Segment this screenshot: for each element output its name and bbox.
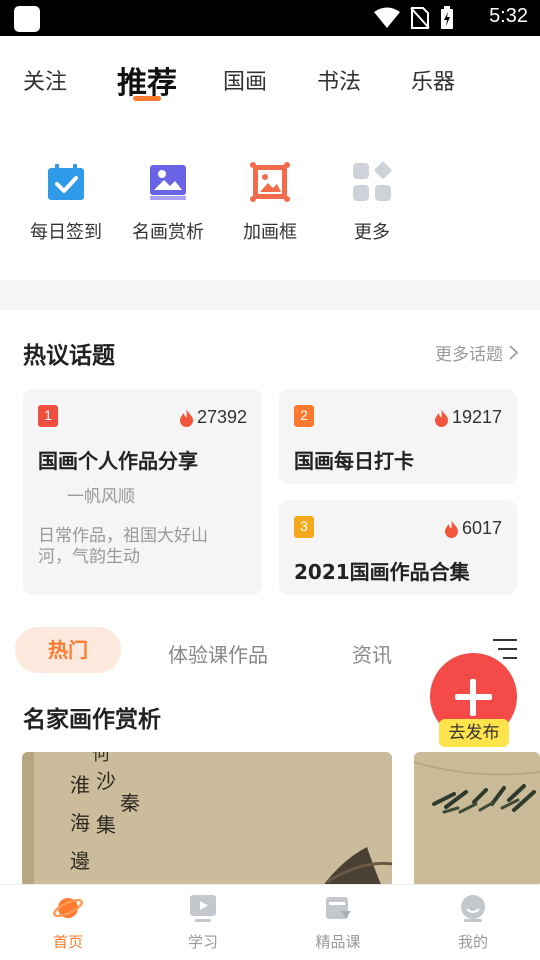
heat-count: 27392 xyxy=(179,407,247,428)
svg-text:何: 何 xyxy=(92,752,110,765)
tab-chinese-painting[interactable]: 国画 xyxy=(223,64,267,96)
status-bar: 5:32 xyxy=(0,0,540,36)
chevron-right-icon xyxy=(509,345,518,360)
quick-action-masterpiece[interactable]: 名画赏析 xyxy=(113,162,223,244)
app-notification-icon xyxy=(14,6,40,32)
calendar-check-icon xyxy=(46,162,86,202)
planet-home-icon xyxy=(52,893,84,923)
top-tab-bar: 关注 推荐 国画 书法 乐器 xyxy=(0,36,540,116)
painting-card-1[interactable]: 何 淮 海 邊 沙 集 秦 xyxy=(22,752,392,887)
rank-badge: 2 xyxy=(294,405,314,427)
category-tab-news[interactable]: 资讯 xyxy=(352,639,392,668)
fire-icon xyxy=(434,408,448,427)
nav-premium-courses[interactable]: 精品课 xyxy=(298,893,378,952)
svg-text:淮: 淮 xyxy=(70,773,90,797)
topic-title: 2021国画作品合集 xyxy=(294,560,470,584)
svg-text:邊: 邊 xyxy=(70,849,90,873)
battery-charging-icon xyxy=(441,6,453,29)
active-tab-indicator xyxy=(133,96,161,101)
topic-title: 国画个人作品分享 xyxy=(38,449,198,473)
status-time: 5:32 xyxy=(489,5,528,27)
no-sim-icon xyxy=(410,7,430,29)
nav-study[interactable]: 学习 xyxy=(163,893,243,952)
picture-icon xyxy=(148,162,188,202)
course-book-icon xyxy=(323,893,353,923)
publish-label[interactable]: 去发布 xyxy=(439,719,509,747)
topic-card-3[interactable]: 3 6017 2021国画作品合集 xyxy=(279,500,517,595)
quick-action-daily-checkin[interactable]: 每日签到 xyxy=(11,162,121,244)
heat-count: 19217 xyxy=(434,407,502,428)
tab-follow[interactable]: 关注 xyxy=(23,64,67,96)
frame-icon xyxy=(250,162,290,202)
menu-icon[interactable] xyxy=(493,638,517,660)
topic-card-1[interactable]: 1 27392 国画个人作品分享 一帆风顺 日常作品，祖国大好山河，气韵生动 xyxy=(23,389,262,595)
grid-more-icon xyxy=(352,161,392,202)
svg-text:秦: 秦 xyxy=(120,791,140,815)
video-play-icon xyxy=(188,893,218,923)
svg-text:海: 海 xyxy=(70,811,90,835)
section-divider xyxy=(0,280,540,310)
category-tab-trial-works[interactable]: 体验课作品 xyxy=(168,639,268,668)
nav-home[interactable]: 首页 xyxy=(28,893,108,952)
tab-calligraphy[interactable]: 书法 xyxy=(317,64,361,96)
heat-count: 6017 xyxy=(444,518,502,539)
topic-description: 日常作品，祖国大好山河，气韵生动 xyxy=(38,526,208,567)
hot-topics-title: 热议话题 xyxy=(23,343,115,369)
tab-instruments[interactable]: 乐器 xyxy=(411,64,455,96)
fire-icon xyxy=(444,519,458,538)
bottom-nav: 首页 学习 精品课 我的 xyxy=(0,884,540,960)
svg-text:集: 集 xyxy=(96,813,116,837)
wifi-icon xyxy=(374,7,400,28)
profile-face-icon xyxy=(458,893,488,923)
rank-badge: 3 xyxy=(294,516,314,538)
fire-icon xyxy=(179,408,193,427)
quick-action-more[interactable]: 更多 xyxy=(317,161,427,244)
topic-card-2[interactable]: 2 19217 国画每日打卡 xyxy=(279,389,517,484)
bamboo-painting-image xyxy=(414,752,540,887)
nav-profile[interactable]: 我的 xyxy=(433,893,513,952)
svg-text:沙: 沙 xyxy=(96,769,116,793)
masters-title: 名家画作赏析 xyxy=(23,707,161,733)
topic-author: 一帆风顺 xyxy=(67,487,135,507)
category-tab-hot[interactable]: 热门 xyxy=(15,627,121,673)
painting-card-2[interactable] xyxy=(414,752,540,887)
calligraphy-painting-image: 何 淮 海 邊 沙 集 秦 xyxy=(22,752,392,887)
quick-action-add-frame[interactable]: 加画框 xyxy=(215,162,325,244)
rank-badge: 1 xyxy=(38,405,58,427)
more-topics-link[interactable]: 更多话题 xyxy=(435,340,518,365)
topic-title: 国画每日打卡 xyxy=(294,449,414,473)
